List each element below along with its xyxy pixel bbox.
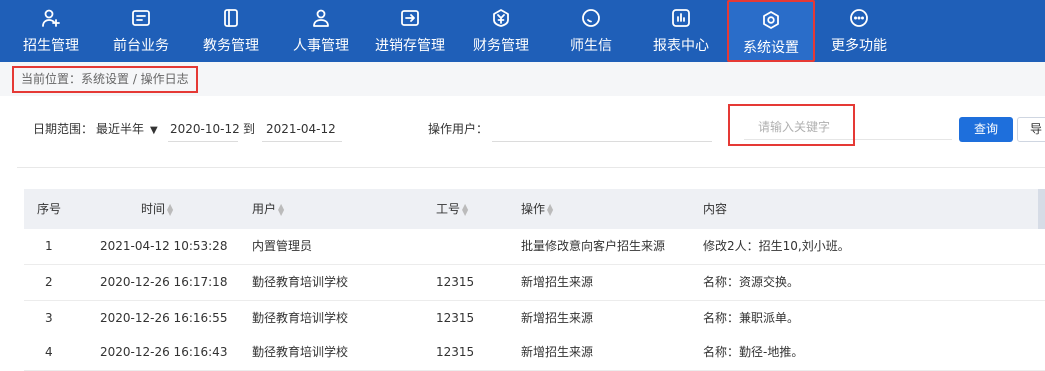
date-range-select[interactable]: 最近半年 ▼ — [96, 116, 158, 142]
person-icon — [311, 8, 331, 28]
nav-item-more[interactable]: 更多功能 — [822, 0, 896, 62]
column-header-operation[interactable]: 操作 ▲ ▼ — [521, 189, 553, 229]
cell-content: 修改2人：招生10,刘小班。 — [703, 239, 850, 253]
bar-chart-icon — [671, 8, 691, 28]
nav-item-reports[interactable]: 报表中心 — [644, 0, 718, 62]
table-row[interactable]: 3 2020-12-26 16:16:55 勤径教育培训学校 12315 新增招… — [24, 301, 1045, 337]
monitor-icon — [131, 8, 151, 28]
cell-content: 名称：资源交换。 — [703, 275, 800, 289]
nav-item-label: 系统设置 — [743, 40, 799, 56]
caret-down-icon: ▼ — [150, 125, 158, 136]
column-header-employee-id[interactable]: 工号 ▲ ▼ — [436, 189, 468, 229]
column-header-time[interactable]: 时间 ▲ ▼ — [141, 189, 173, 229]
breadcrumb: 当前位置：系统设置 / 操作日志 — [12, 66, 198, 93]
nav-item-front-desk[interactable]: 前台业务 — [104, 0, 178, 62]
box-arrow-icon — [400, 8, 420, 28]
table-row[interactable]: 2 2020-12-26 16:17:18 勤径教育培训学校 12315 新增招… — [24, 265, 1045, 301]
nav-item-label: 报表中心 — [653, 38, 709, 54]
nav-item-label: 财务管理 — [473, 38, 529, 54]
nav-item-messages[interactable]: 师生信 — [554, 0, 628, 62]
date-from-field[interactable]: 2020-10-12 — [168, 116, 240, 142]
column-header-user[interactable]: 用户 ▲ ▼ — [252, 189, 284, 229]
cell-employee-id: 12315 — [436, 311, 475, 325]
more-icon — [849, 8, 869, 28]
keyword-highlight-box — [728, 104, 855, 146]
cell-content: 名称：兼职派单。 — [703, 311, 800, 325]
cell-operation: 新增招生来源 — [521, 275, 594, 289]
breadcrumb-bar: 当前位置：系统设置 / 操作日志 — [0, 62, 1045, 96]
section-divider — [17, 167, 1045, 168]
sort-icon[interactable]: ▲ ▼ — [547, 202, 553, 216]
cell-index: 2 — [45, 275, 53, 289]
table-scrollbar[interactable] — [1038, 189, 1045, 229]
date-to-value: 2021-04-12 — [266, 122, 336, 136]
cell-employee-id: 12315 — [436, 275, 475, 289]
nav-item-finance[interactable]: 财务管理 — [464, 0, 538, 62]
nav-item-label: 教务管理 — [203, 38, 259, 54]
sort-icon[interactable]: ▲ ▼ — [462, 202, 468, 216]
cell-content: 名称：勤径-地推。 — [703, 345, 804, 359]
date-range-select-value: 最近半年 — [96, 122, 145, 136]
operator-user-label: 操作用户： — [428, 122, 489, 136]
cell-user: 内置管理员 — [252, 239, 313, 253]
sort-icon[interactable]: ▲ ▼ — [278, 202, 284, 216]
cell-user: 勤径教育培训学校 — [252, 275, 349, 289]
nav-item-label[interactable]: 进销存管理 — [368, 35, 452, 55]
nav-item-settings[interactable]: 系统设置 — [727, 0, 815, 62]
cell-index: 1 — [45, 239, 53, 253]
top-nav: 招生管理 前台业务 教务管理 人事管理 进销存管理 财务管理 师生信 报表中心 … — [0, 0, 1045, 62]
nav-item-label: 更多功能 — [831, 38, 887, 54]
export-button[interactable]: 导 — [1017, 117, 1045, 142]
chat-icon — [581, 8, 601, 28]
nav-item-academic[interactable]: 教务管理 — [194, 0, 268, 62]
nav-item-label: 人事管理 — [293, 38, 349, 54]
table-row[interactable]: 4 2020-12-26 16:16:43 勤径教育培训学校 12315 新增招… — [24, 335, 1045, 371]
yuan-shield-icon — [491, 8, 511, 28]
column-header-index: 序号 — [37, 202, 62, 216]
person-add-icon — [41, 8, 61, 28]
cell-time: 2020-12-26 16:16:55 — [100, 311, 228, 325]
cell-user: 勤径教育培训学校 — [252, 311, 349, 325]
nav-item-label: 前台业务 — [113, 38, 169, 54]
date-to-field[interactable]: 2021-04-12 — [262, 116, 342, 142]
nav-item-label: 师生信 — [570, 38, 612, 54]
cell-user: 勤径教育培训学校 — [252, 345, 349, 359]
nav-item-hr[interactable]: 人事管理 — [284, 0, 358, 62]
cell-index: 4 — [45, 345, 53, 359]
operator-user-field[interactable] — [492, 116, 712, 142]
cell-time: 2020-12-26 16:17:18 — [100, 275, 228, 289]
date-range-label: 日期范围： — [33, 122, 94, 136]
cell-time: 2020-12-26 16:16:43 — [100, 345, 228, 359]
table-header: 序号 时间 ▲ ▼ 用户 ▲ ▼ 工号 ▲ ▼ 操作 ▲ ▼ 内容 — [24, 189, 1045, 229]
nav-item-enrollment[interactable]: 招生管理 — [14, 0, 88, 62]
date-to-separator: 到 — [243, 122, 256, 136]
query-button[interactable]: 查询 — [959, 117, 1013, 142]
date-from-value: 2020-10-12 — [170, 122, 240, 136]
nav-item-inventory[interactable]: 进销存管理 — [368, 0, 452, 62]
column-header-content: 内容 — [703, 202, 728, 216]
sort-icon[interactable]: ▲ ▼ — [167, 202, 173, 216]
cell-index: 3 — [45, 311, 53, 325]
table-row[interactable]: 1 2021-04-12 10:53:28 内置管理员 批量修改意向客户招生来源… — [24, 229, 1045, 265]
cell-operation: 新增招生来源 — [521, 345, 594, 359]
book-icon — [221, 8, 241, 28]
cell-operation: 新增招生来源 — [521, 311, 594, 325]
cell-employee-id: 12315 — [436, 345, 475, 359]
gear-icon — [761, 10, 781, 30]
cell-time: 2021-04-12 10:53:28 — [100, 239, 228, 253]
nav-item-label: 招生管理 — [23, 38, 79, 54]
cell-operation: 批量修改意向客户招生来源 — [521, 239, 666, 253]
